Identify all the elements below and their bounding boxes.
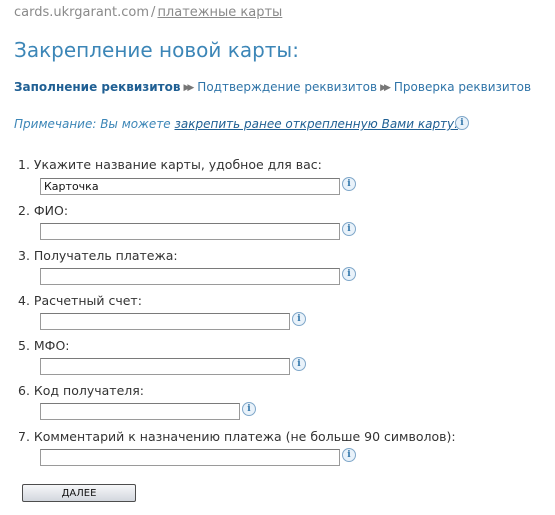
next-button[interactable]: ДАЛЕЕ [22,484,136,502]
info-icon[interactable]: i [342,267,356,281]
info-icon[interactable]: i [342,177,356,191]
full-name-input[interactable] [40,223,340,240]
note: Примечание: Вы можете закрепить ранее от… [14,117,458,131]
step-check-details: Проверка реквизитов [393,80,532,94]
double-right-arrow-icon: ▶▶ [183,83,194,93]
wizard-steps: Заполнение реквизитов ▶▶ Подтверждение рек… [14,80,531,94]
recipient-input[interactable] [40,268,340,285]
field-label-full-name: 2. ФИО: [18,203,69,218]
field-label-comment: 7. Комментарий к назначению платежа (не … [18,429,456,444]
step-confirm-details: Подтверждение реквизитов [197,80,378,94]
info-icon[interactable]: i [242,402,256,416]
card-name-input[interactable] [40,178,340,195]
field-label-mfo: 5. МФО: [18,338,70,353]
page-title: Закрепление новой карты: [14,38,299,62]
info-icon[interactable]: i [292,357,306,371]
step-fill-details: Заполнение реквизитов [14,80,181,94]
field-label-recipient-code: 6. Код получателя: [18,383,144,398]
restore-card-link[interactable]: закрепить ранее открепленную Вами карту. [175,117,458,131]
info-icon[interactable]: i [342,222,356,236]
account-number-input[interactable] [40,313,290,330]
info-icon[interactable]: i [342,448,356,462]
mfo-input[interactable] [40,358,290,375]
double-right-arrow-icon: ▶▶ [380,83,391,93]
recipient-code-input[interactable] [40,403,240,420]
breadcrumb-section-link[interactable]: платежные карты [157,5,282,20]
note-text: Примечание: Вы можете [14,117,175,131]
breadcrumb-separator: / [151,5,156,20]
info-icon[interactable]: i [455,116,469,130]
breadcrumb: cards.ukrgarant.com / платежные карты [14,5,282,20]
field-label-card-name: 1. Укажите название карты, удобное для в… [18,157,322,172]
breadcrumb-site-link[interactable]: cards.ukrgarant.com [14,5,149,20]
info-icon[interactable]: i [292,312,306,326]
payment-comment-input[interactable] [40,449,340,466]
field-label-account: 4. Расчетный счет: [18,293,142,308]
field-label-recipient: 3. Получатель платежа: [18,248,178,263]
